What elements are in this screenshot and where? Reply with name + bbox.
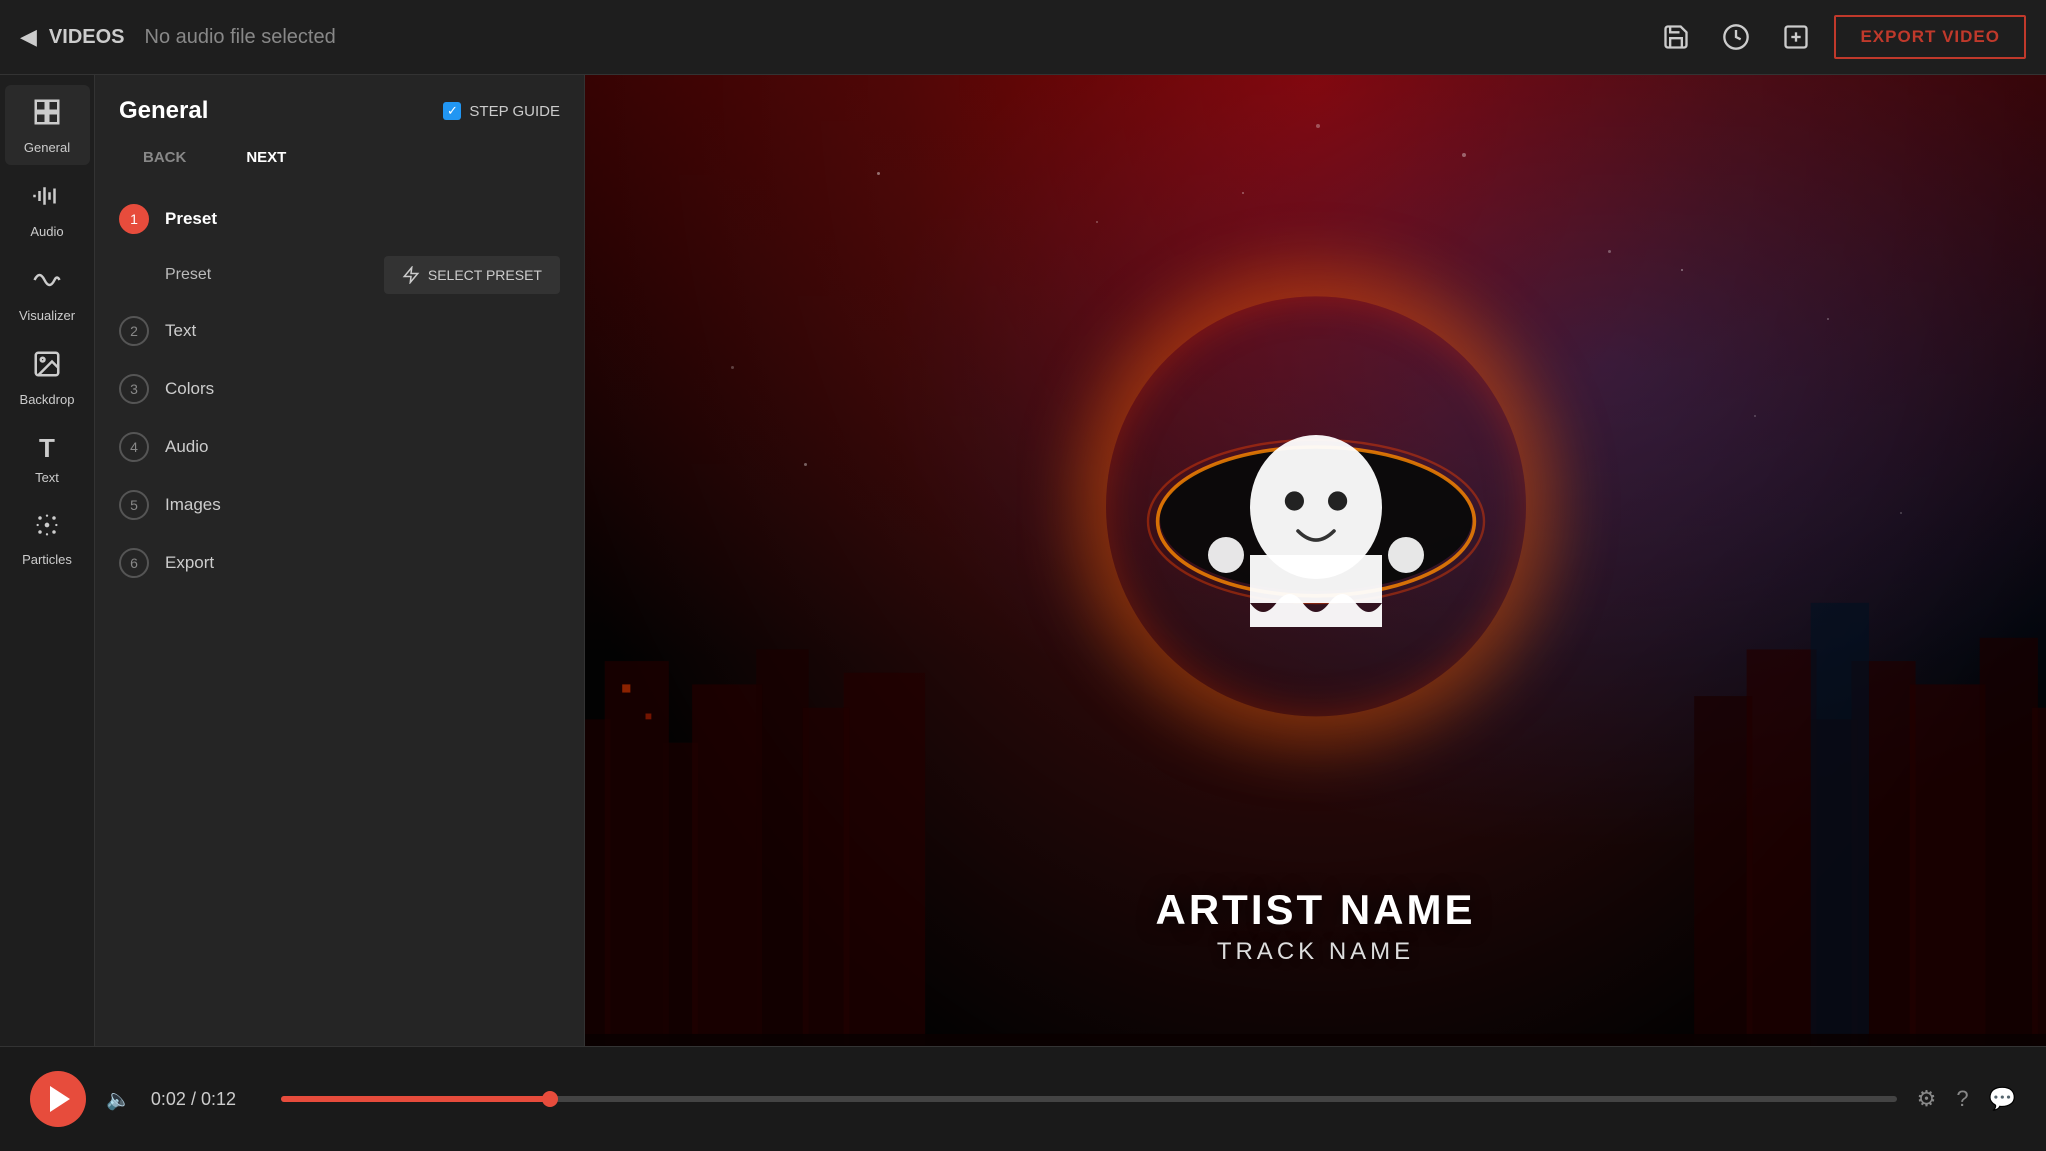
audio-icon: [32, 181, 62, 218]
save-button[interactable]: [1654, 15, 1698, 59]
text-icon: T: [39, 433, 55, 464]
preview-canvas: ARTIST NAME TRACK NAME: [585, 75, 2046, 1046]
sidebar-item-backdrop[interactable]: Backdrop: [5, 337, 90, 417]
play-icon: [50, 1086, 70, 1112]
sidebar-item-visualizer[interactable]: Visualizer: [5, 253, 90, 333]
step-item-5[interactable]: 5 Images: [119, 476, 560, 534]
ghost-logo: [1126, 387, 1506, 687]
settings-icon[interactable]: ⚙: [1917, 1086, 1937, 1112]
sidebar-particles-label: Particles: [22, 552, 72, 567]
track-name: TRACK NAME: [1156, 938, 1476, 966]
step-item-2[interactable]: 2 Text: [119, 302, 560, 360]
videos-link[interactable]: VIDEOS: [49, 26, 125, 49]
steps-list: 1 Preset Preset SELECT PRESET 2 Text: [95, 190, 584, 592]
sidebar-visualizer-label: Visualizer: [19, 308, 75, 323]
add-button[interactable]: [1774, 15, 1818, 59]
sidebar-audio-label: Audio: [30, 224, 63, 239]
sidebar: General Audio Visualizer: [0, 75, 95, 1046]
next-nav-button[interactable]: NEXT: [222, 141, 310, 174]
artist-info: ARTIST NAME TRACK NAME: [1156, 886, 1476, 966]
step-item-6[interactable]: 6 Export: [119, 534, 560, 592]
general-icon: [32, 97, 62, 134]
step-label-5: Images: [165, 495, 221, 515]
step-item-3[interactable]: 3 Colors: [119, 360, 560, 418]
panel-title: General: [119, 97, 208, 125]
play-button[interactable]: [30, 1071, 86, 1127]
help-icon[interactable]: ?: [1956, 1086, 1968, 1112]
select-preset-btn-label: SELECT PRESET: [428, 267, 542, 283]
no-audio-label: No audio file selected: [145, 26, 336, 49]
sidebar-item-text[interactable]: T Text: [5, 421, 90, 495]
step-label-3: Colors: [165, 379, 214, 399]
step-item-1[interactable]: 1 Preset: [119, 190, 560, 248]
preset-sub-label: Preset: [165, 266, 211, 284]
backdrop-icon: [32, 349, 62, 386]
sidebar-general-label: General: [24, 140, 70, 155]
preview-area: ARTIST NAME TRACK NAME: [585, 75, 2046, 1046]
step-num-5: 5: [119, 490, 149, 520]
step-label-2: Text: [165, 321, 196, 341]
panel: General ✓ STEP GUIDE BACK NEXT 1 Preset …: [95, 75, 585, 1046]
history-button[interactable]: [1714, 15, 1758, 59]
step-guide-checkbox[interactable]: ✓: [443, 102, 461, 120]
particles-icon: [33, 511, 61, 546]
main-area: General Audio Visualizer: [0, 75, 2046, 1046]
select-preset-button[interactable]: SELECT PRESET: [384, 256, 560, 294]
panel-header: General ✓ STEP GUIDE: [95, 75, 584, 141]
sidebar-item-audio[interactable]: Audio: [5, 169, 90, 249]
step-num-1: 1: [119, 204, 149, 234]
bottombar: 🔈 0:02 / 0:12 ⚙ ? 💬: [0, 1046, 2046, 1151]
progress-thumb: [542, 1091, 558, 1107]
export-video-button[interactable]: EXPORT VIDEO: [1834, 15, 2026, 59]
preset-sub-row: Preset SELECT PRESET: [119, 248, 560, 302]
progress-bar[interactable]: [281, 1096, 1897, 1102]
step-guide-label: STEP GUIDE: [469, 103, 560, 120]
nav-buttons: BACK NEXT: [95, 141, 584, 190]
bottom-right-icons: ⚙ ? 💬: [1917, 1086, 2016, 1112]
step-guide-toggle[interactable]: ✓ STEP GUIDE: [443, 102, 560, 120]
sidebar-item-general[interactable]: General: [5, 85, 90, 165]
topbar-left: ◀ VIDEOS No audio file selected: [20, 24, 1634, 50]
back-icon[interactable]: ◀: [20, 24, 37, 50]
step-num-3: 3: [119, 374, 149, 404]
city-background: ARTIST NAME TRACK NAME: [585, 75, 2046, 1046]
step-label-1: Preset: [165, 209, 217, 229]
step-num-2: 2: [119, 316, 149, 346]
step-num-6: 6: [119, 548, 149, 578]
topbar-right: EXPORT VIDEO: [1654, 15, 2026, 59]
visualizer-icon: [32, 265, 62, 302]
back-nav-button[interactable]: BACK: [119, 141, 210, 174]
sidebar-item-particles[interactable]: Particles: [5, 499, 90, 577]
step-label-6: Export: [165, 553, 214, 573]
time-display: 0:02 / 0:12: [151, 1089, 261, 1110]
volume-icon[interactable]: 🔈: [106, 1087, 131, 1112]
topbar: ◀ VIDEOS No audio file selected EXPORT: [0, 0, 2046, 75]
sidebar-text-label: Text: [35, 470, 59, 485]
chat-icon[interactable]: 💬: [1989, 1086, 2016, 1112]
step-item-4[interactable]: 4 Audio: [119, 418, 560, 476]
step-num-4: 4: [119, 432, 149, 462]
progress-fill: [281, 1096, 550, 1102]
step-label-4: Audio: [165, 437, 208, 457]
sidebar-backdrop-label: Backdrop: [20, 392, 75, 407]
artist-name: ARTIST NAME: [1156, 886, 1476, 934]
